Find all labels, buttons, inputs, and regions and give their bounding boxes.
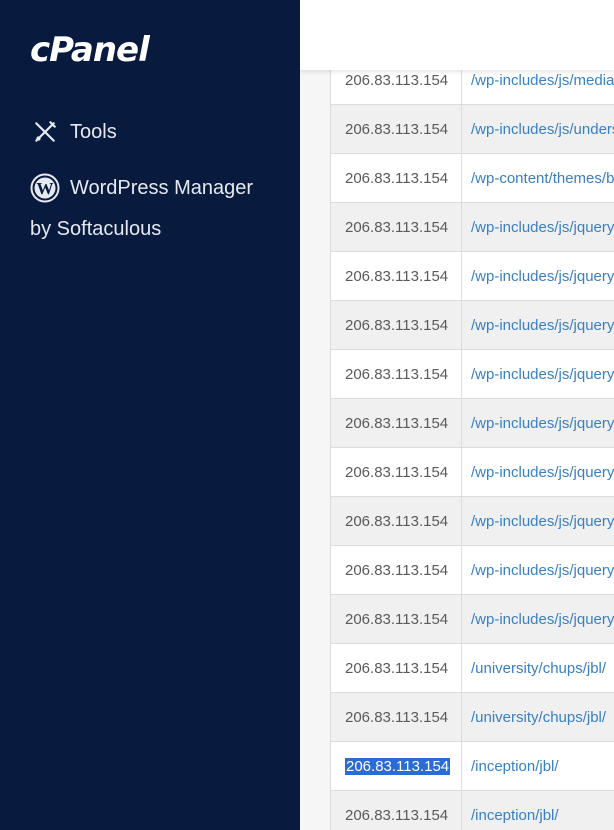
ip-address: 206.83.113.154 (345, 218, 449, 236)
sidebar: cPanel Tools W WordPress Manager by Soft… (0, 0, 300, 830)
ip-cell: 206.83.113.154 (331, 497, 462, 545)
url-link[interactable]: /wp-content/themes/b (462, 154, 614, 202)
table-row: 206.83.113.154/wp-includes/js/jquery (331, 203, 614, 252)
table-row: 206.83.113.154/wp-includes/js/jquery (331, 399, 614, 448)
url-link[interactable]: /wp-includes/js/jquery (462, 399, 614, 447)
ip-address: 206.83.113.154 (345, 120, 449, 138)
url-link[interactable]: /wp-includes/js/jquery (462, 350, 614, 398)
sidebar-item-wordpress-manager[interactable]: W WordPress Manager by Softaculous (30, 173, 280, 241)
ip-address: 206.83.113.154 (345, 463, 449, 481)
ip-cell: 206.83.113.154 (331, 644, 462, 692)
ip-address: 206.83.113.154 (345, 561, 449, 579)
url-link[interactable]: /university/chups/jbl/ (462, 693, 614, 741)
ip-cell: 206.83.113.154 (331, 154, 462, 202)
ip-cell: 206.83.113.154 (331, 399, 462, 447)
ip-cell: 206.83.113.154 (331, 252, 462, 300)
ip-address: 206.83.113.154 (345, 267, 449, 285)
ip-address: 206.83.113.154 (345, 659, 449, 677)
url-link[interactable]: /wp-includes/js/jquery (462, 546, 614, 594)
table-row: 206.83.113.154/wp-includes/js/jquery (331, 448, 614, 497)
table-row: 206.83.113.154/wp-includes/js/jquery (331, 252, 614, 301)
ip-address: 206.83.113.154 (345, 806, 449, 824)
ip-cell: 206.83.113.154 (331, 742, 462, 790)
table-row: 206.83.113.154/university/chups/jbl/ (331, 644, 614, 693)
table-row: 206.83.113.154/wp-includes/js/jquery (331, 350, 614, 399)
url-link[interactable]: /wp-includes/js/jquery (462, 301, 614, 349)
tools-icon (30, 117, 60, 147)
table-row: 206.83.113.154/university/chups/jbl/ (331, 693, 614, 742)
svg-text:W: W (37, 179, 54, 198)
ip-cell: 206.83.113.154 (331, 595, 462, 643)
ip-address: 206.83.113.154 (345, 757, 451, 775)
ip-cell: 206.83.113.154 (331, 546, 462, 594)
url-link[interactable]: /inception/jbl/ (462, 742, 614, 790)
table-row: 206.83.113.154/wp-includes/js/jquery (331, 595, 614, 644)
ip-address: 206.83.113.154 (345, 71, 449, 89)
table-row: 206.83.113.154/wp-includes/js/jquery (331, 301, 614, 350)
wordpress-icon: W (30, 173, 60, 203)
sidebar-item-label: WordPress Manager (70, 177, 254, 199)
url-link[interactable]: /wp-includes/js/unders (462, 105, 614, 153)
ip-cell: 206.83.113.154 (331, 203, 462, 251)
ip-address: 206.83.113.154 (345, 365, 449, 383)
table-row: 206.83.113.154/inception/jbl/ (331, 742, 614, 791)
ip-address: 206.83.113.154 (345, 512, 449, 530)
sidebar-item-sublabel: by Softaculous (30, 218, 162, 240)
sidebar-item-label: Tools (70, 121, 117, 143)
ip-cell: 206.83.113.154 (331, 791, 462, 830)
ip-cell: 206.83.113.154 (331, 301, 462, 349)
url-link[interactable]: /wp-includes/js/jquery (462, 252, 614, 300)
table-row: 206.83.113.154/wp-content/themes/b (331, 154, 614, 203)
ip-cell: 206.83.113.154 (331, 350, 462, 398)
ip-address: 206.83.113.154 (345, 610, 449, 628)
url-link[interactable]: /wp-includes/js/jquery (462, 448, 614, 496)
top-bar (300, 0, 614, 70)
main-content: 206.83.113.154/wp-includes/js/media 206.8… (300, 0, 614, 830)
cpanel-logo[interactable]: cPanel (30, 30, 150, 70)
url-link[interactable]: /wp-includes/js/jquery (462, 497, 614, 545)
ip-address: 206.83.113.154 (345, 414, 449, 432)
ip-address: 206.83.113.154 (345, 169, 449, 187)
url-link[interactable]: /university/chups/jbl/ (462, 644, 614, 692)
ip-address: 206.83.113.154 (345, 708, 449, 726)
url-link[interactable]: /wp-includes/js/jquery (462, 203, 614, 251)
table-row: 206.83.113.154/inception/jbl/ (331, 791, 614, 830)
sidebar-item-tools[interactable]: Tools (30, 117, 117, 147)
url-link[interactable]: /wp-includes/js/jquery (462, 595, 614, 643)
table-row: 206.83.113.154/wp-includes/js/jquery (331, 546, 614, 595)
table-row: 206.83.113.154/wp-includes/js/unders (331, 105, 614, 154)
ip-cell: 206.83.113.154 (331, 693, 462, 741)
visitors-table: 206.83.113.154/wp-includes/js/media 206.8… (330, 56, 614, 830)
ip-address: 206.83.113.154 (345, 316, 449, 334)
ip-cell: 206.83.113.154 (331, 448, 462, 496)
ip-cell: 206.83.113.154 (331, 105, 462, 153)
url-link[interactable]: /inception/jbl/ (462, 791, 614, 830)
table-row: 206.83.113.154/wp-includes/js/jquery (331, 497, 614, 546)
